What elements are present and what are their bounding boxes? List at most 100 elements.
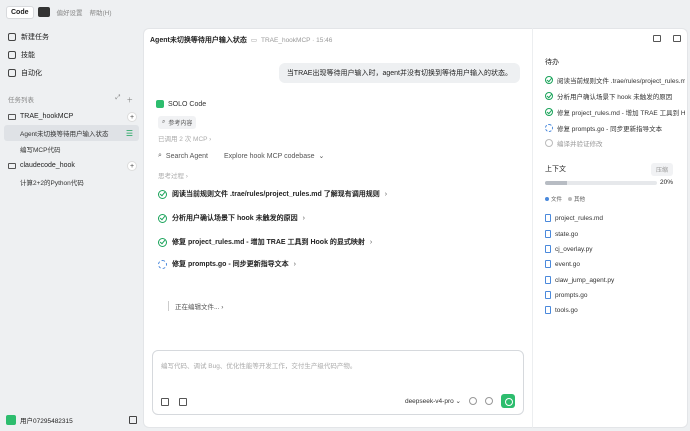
task-item[interactable]: 编写MCP代码 (0, 141, 143, 157)
add-task-button[interactable]: + (127, 160, 137, 171)
send-button[interactable] (501, 394, 515, 408)
folder-icon: ▭ (250, 37, 257, 44)
file-icon (545, 245, 551, 253)
chevron-right-icon: › (369, 238, 373, 246)
file-name: prompts.go (555, 291, 588, 299)
thinking-toggle[interactable]: 思考过程 › (158, 170, 188, 180)
reference-icon: ⌕ (162, 119, 166, 125)
top-bar: Code 偏好设置 帮助(H) (0, 0, 143, 24)
chevron-down-icon: ⌄ (318, 153, 325, 160)
empty-circle-icon (545, 139, 553, 147)
mic-icon[interactable] (485, 397, 493, 405)
todo-title: 待办 (545, 59, 559, 66)
todo-label: 编译并验证修改 (557, 141, 603, 148)
task-item-active[interactable]: Agent未切换等待用户输入状态 ☰ (4, 125, 139, 141)
step-item-running[interactable]: 修复 prompts.go - 同步更新指导文本 › (158, 259, 296, 269)
file-icon (545, 230, 551, 238)
step-label: 分析用户确认场景下 hook 未触发的原因 (172, 215, 298, 222)
sidebar-icon[interactable] (673, 35, 681, 42)
reference-chip[interactable]: ⌕ 参考内容 (158, 116, 197, 129)
sidebar: Code 偏好设置 帮助(H) 新建任务 技能 自动化 任务列表 ⤢ ＋ TRAE… (0, 0, 143, 431)
todo-item[interactable]: 修复 prompts.go - 同步更新指导文本 (545, 123, 685, 133)
tab-label: 文件 (551, 197, 563, 203)
image-icon[interactable] (179, 398, 187, 406)
todo-label: 阅读当前规则文件 .trae/rules/project_rules.md (557, 78, 685, 85)
mode-code-button[interactable]: Code (6, 5, 34, 19)
todo-label: 分析用户确认场景下 hook 未触发的原因 (557, 94, 673, 101)
composer[interactable]: 编写代码、调试 Bug、优化性能等开发工作，交付生产级代码产物。 deepsee… (152, 350, 524, 415)
file-item[interactable]: project_rules.md (545, 214, 603, 222)
menu-help[interactable]: 帮助(H) (90, 7, 112, 17)
file-item[interactable]: cj_overlay.py (545, 245, 592, 253)
check-circle-icon (158, 189, 167, 199)
user-bar[interactable]: 用户07295482315 (6, 415, 137, 425)
tab-files[interactable]: 文件 (545, 195, 562, 203)
nav-label: 技能 (21, 52, 35, 59)
nav-label: 自动化 (21, 70, 42, 77)
layout-icon[interactable] (653, 35, 661, 42)
task-label: Agent未切换等待用户输入状态 (20, 131, 109, 138)
todo-item[interactable]: 修复 project_rules.md - 增加 TRAE 工具到 Hook (545, 107, 685, 117)
chat-header: Agent未切换等待用户输入状态 ▭ TRAE_hookMCP · 15:46 (144, 29, 532, 51)
group-trae-hookmcp[interactable]: TRAE_hookMCP + (0, 108, 143, 125)
solo-code-header: SOLO Code (156, 100, 206, 108)
group-claudecode-hook[interactable]: claudecode_hook + (0, 157, 143, 174)
file-item[interactable]: event.go (545, 260, 580, 268)
file-icon (545, 306, 551, 314)
file-icon (545, 214, 551, 222)
group-name: claudecode_hook (20, 162, 75, 169)
todo-item[interactable]: 阅读当前规则文件 .trae/rules/project_rules.md (545, 75, 685, 85)
add-folder-icon[interactable]: ＋ (127, 94, 134, 104)
nav-skills[interactable]: 技能 (0, 46, 143, 64)
mcp-count-label: 已调用 2 次 MCP (158, 136, 208, 143)
model-select[interactable]: deepseek-v4-pro ⌄ (405, 397, 461, 405)
check-circle-icon (158, 237, 167, 247)
editing-label: 正在编辑文件... (175, 304, 220, 311)
task-item[interactable]: 计算2+2的Python代码 (0, 174, 143, 190)
step-item[interactable]: 阅读当前规则文件 .trae/rules/project_rules.md 了解… (158, 189, 387, 199)
group-name: TRAE_hookMCP (20, 113, 74, 120)
username: 用户07295482315 (20, 418, 73, 425)
step-item[interactable]: 修复 project_rules.md - 增加 TRAE 工具到 Hook 的… (158, 237, 372, 247)
tab-other[interactable]: 其他 (568, 195, 585, 203)
right-panel: 待办 阅读当前规则文件 .trae/rules/project_rules.md… (532, 28, 688, 428)
panel-toggle-icon[interactable] (129, 416, 137, 424)
folder-icon (8, 113, 16, 120)
mcp-count[interactable]: 已调用 2 次 MCP › (158, 133, 211, 143)
add-task-button[interactable]: + (127, 111, 137, 122)
step-label: 修复 project_rules.md - 增加 TRAE 工具到 Hook 的… (172, 239, 365, 246)
check-circle-icon (545, 108, 553, 116)
file-item[interactable]: state.go (545, 230, 578, 238)
menu-preferences[interactable]: 偏好设置 (57, 7, 83, 17)
attach-file-icon[interactable] (161, 398, 169, 406)
file-name: tools.go (555, 306, 578, 314)
todo-item[interactable]: 分析用户确认场景下 hook 未触发的原因 (545, 91, 685, 101)
file-item[interactable]: prompts.go (545, 291, 588, 299)
compress-button[interactable]: 压缩 (650, 163, 673, 176)
skills-icon (8, 51, 16, 59)
chevron-right-icon: › (302, 214, 305, 222)
file-name: claw_jump_agent.py (555, 276, 615, 284)
solo-icon (156, 100, 164, 108)
mode-ide-icon[interactable] (37, 7, 50, 17)
search-agent-row[interactable]: ⌕ Search Agent Explore hook MCP codebase… (158, 152, 324, 160)
context-progress-fill (545, 181, 568, 185)
nav-automation[interactable]: 自动化 (0, 64, 143, 82)
context-tabs: 文件 其他 (545, 195, 585, 203)
todo-item[interactable]: 编译并验证修改 (545, 138, 685, 148)
task-label: 编写MCP代码 (20, 147, 61, 154)
editing-status[interactable]: 正在编辑文件... › (168, 301, 223, 311)
nav-label: 新建任务 (21, 34, 49, 41)
file-item[interactable]: tools.go (545, 306, 578, 314)
expand-icon[interactable]: ⤢ (115, 94, 120, 104)
step-item[interactable]: 分析用户确认场景下 hook 未触发的原因 › (158, 213, 305, 223)
file-name: state.go (555, 230, 579, 238)
file-item[interactable]: claw_jump_agent.py (545, 276, 614, 284)
right-panel-toolbar (653, 35, 681, 42)
file-icon (545, 291, 551, 299)
composer-placeholder[interactable]: 编写代码、调试 Bug、优化性能等开发工作，交付生产级代码产物。 (161, 360, 356, 370)
nav-new-task[interactable]: 新建任务 (0, 28, 143, 46)
step-label: 阅读当前规则文件 .trae/rules/project_rules.md 了解… (172, 191, 380, 198)
search-agent-task: Explore hook MCP codebase (223, 152, 315, 160)
settings-icon[interactable] (469, 397, 477, 405)
